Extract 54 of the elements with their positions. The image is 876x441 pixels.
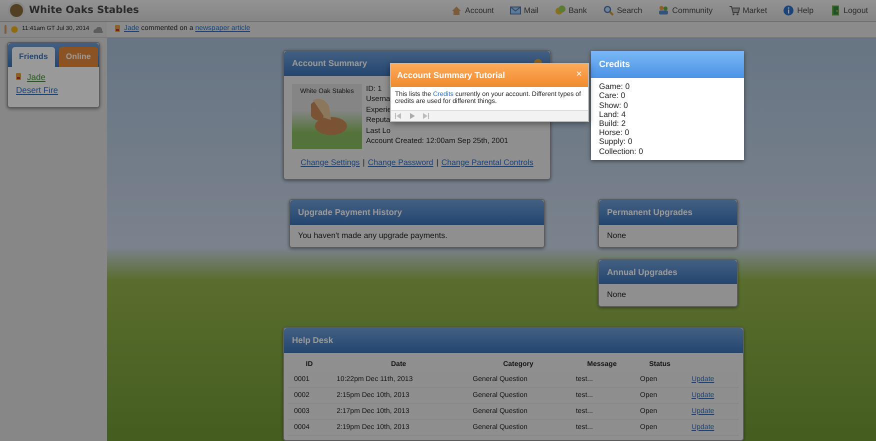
badge-icon — [16, 73, 21, 82]
credit-item: Show: 0 — [599, 100, 629, 110]
friends-tab[interactable]: Online — [58, 47, 98, 67]
credit-item: Care: 0 — [599, 91, 626, 101]
nav-link[interactable]: Community — [658, 4, 713, 16]
settings-link[interactable]: Change Settings — [300, 158, 360, 166]
credit-item: Collection: 0 — [599, 146, 644, 156]
house-icon — [451, 5, 462, 16]
credit-item: Build: 2 — [599, 119, 627, 128]
panel-title: Upgrade Payment History — [290, 200, 544, 224]
badge-icon — [115, 25, 120, 34]
credit-item: Supply: 0 — [599, 137, 634, 147]
panel-title: Permanent Upgrades — [599, 200, 737, 224]
logo-icon — [8, 2, 25, 19]
door-icon — [830, 5, 841, 16]
credit-item: Horse: 0 — [599, 128, 630, 138]
nav-link[interactable]: Account — [451, 4, 494, 16]
settings-link[interactable]: Change Password — [368, 158, 434, 166]
info-icon — [783, 5, 794, 16]
panel-text: You haven't made any upgrade payments. — [297, 230, 448, 242]
cart-icon — [728, 5, 740, 16]
nav-link[interactable]: Logout — [830, 4, 868, 16]
nav-link[interactable]: Market — [728, 4, 768, 16]
nav-link[interactable]: Bank — [554, 4, 587, 16]
panel-title: Help Desk — [284, 328, 743, 353]
site-title: White Oaks Stables — [29, 4, 140, 18]
friends-tab[interactable]: Friends — [12, 47, 55, 67]
settings-link[interactable]: Change Parental Controls — [441, 158, 534, 166]
close-button[interactable]: × — [576, 70, 582, 80]
nav-link[interactable]: Search — [602, 4, 642, 16]
friend-link[interactable]: Jade — [27, 71, 46, 84]
credit-item: Land: 4 — [599, 110, 627, 120]
link-separator: | — [436, 158, 438, 166]
link-separator: | — [362, 158, 365, 166]
first-icon — [395, 112, 401, 118]
panel-title: Annual Upgrades — [599, 260, 737, 284]
search-icon — [602, 5, 614, 16]
panel-text: None — [606, 289, 628, 302]
last-icon — [423, 112, 429, 118]
panel-title: Credits — [591, 50, 744, 78]
nav-link[interactable]: Help — [783, 4, 814, 16]
credit-item: Game: 0 — [599, 82, 631, 92]
coins-icon — [554, 5, 566, 16]
nav-link[interactable]: Mail — [510, 4, 539, 16]
sun-icon — [11, 26, 18, 33]
friend-link[interactable]: Desert Fire — [16, 84, 58, 96]
people-icon — [658, 5, 670, 16]
popover-title: Account Summary Tutorial — [397, 68, 505, 82]
thermometer-icon — [4, 25, 7, 34]
play-icon — [409, 112, 415, 118]
panel-title: Account Summary — [292, 56, 368, 70]
cloud-icon — [93, 26, 104, 32]
envelope-icon — [510, 5, 521, 16]
panel-text: None — [606, 230, 628, 242]
